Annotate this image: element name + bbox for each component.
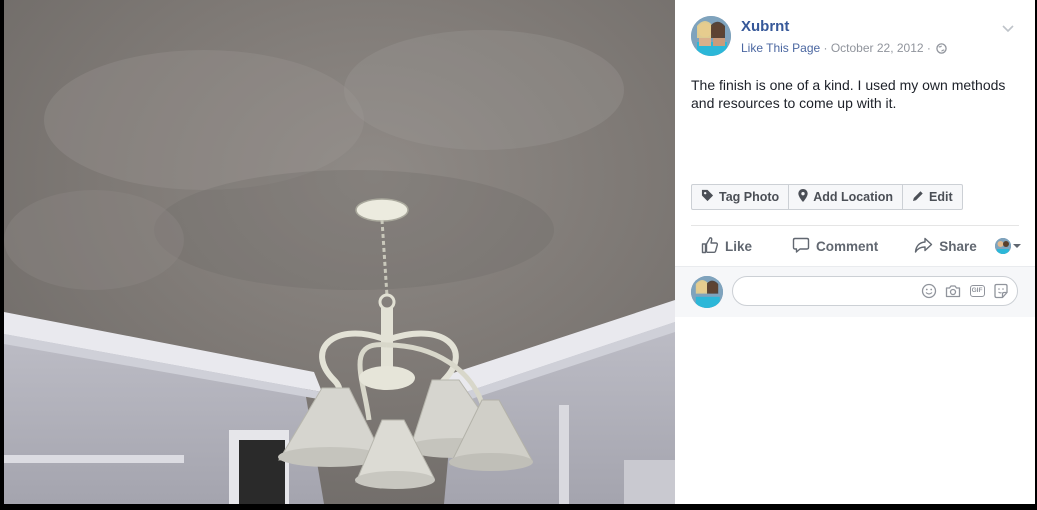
edit-label: Edit (929, 190, 953, 204)
photo[interactable] (4, 0, 675, 504)
post-meta: Like This Page · October 22, 2012 · (741, 41, 947, 57)
share-button[interactable]: Share (914, 236, 977, 257)
globe-icon[interactable] (936, 43, 947, 57)
post-as-selector[interactable] (995, 237, 1023, 255)
gif-icon[interactable]: GIF (969, 283, 985, 299)
like-button[interactable]: Like (701, 236, 752, 257)
edit-button[interactable]: Edit (903, 185, 962, 209)
photo-viewer: Xubrnt Like This Page · October 22, 2012… (0, 0, 1037, 510)
photo-actions-bar: Tag Photo Add Location Edit (691, 184, 963, 210)
pencil-icon (912, 190, 929, 205)
photo-image (4, 0, 675, 504)
tag-icon (701, 189, 719, 205)
caret-down-icon (1011, 237, 1023, 255)
thumbs-up-icon (701, 236, 725, 257)
chevron-down-icon[interactable] (1001, 20, 1015, 33)
post-panel: Xubrnt Like This Page · October 22, 2012… (675, 0, 1035, 504)
comment-input-box[interactable]: GIF (732, 276, 1018, 306)
tag-photo-label: Tag Photo (719, 190, 780, 204)
divider (691, 225, 1019, 226)
privacy-separator: · (923, 41, 935, 55)
author-avatar[interactable] (691, 16, 731, 56)
location-pin-icon (798, 189, 813, 205)
speech-bubble-icon (792, 236, 816, 257)
commenter-avatar (691, 276, 723, 308)
camera-icon[interactable] (945, 283, 961, 299)
smiley-icon[interactable] (921, 283, 937, 299)
post-date[interactable]: October 22, 2012 (831, 41, 924, 55)
add-location-button[interactable]: Add Location (789, 185, 904, 209)
tag-photo-button[interactable]: Tag Photo (692, 185, 790, 209)
like-page-link[interactable]: Like This Page (741, 41, 820, 55)
comment-button[interactable]: Comment (792, 236, 878, 257)
mini-avatar (995, 238, 1011, 254)
gif-icon-box: GIF (969, 285, 985, 297)
author-name[interactable]: Xubrnt (741, 18, 789, 35)
meta-separator: · (820, 41, 831, 55)
post-text: The finish is one of a kind. I used my o… (691, 77, 1006, 111)
share-label: Share (939, 238, 977, 254)
post-header: Xubrnt Like This Page · October 22, 2012… (691, 16, 1023, 58)
share-arrow-icon (914, 236, 939, 257)
sticker-icon[interactable] (993, 283, 1009, 299)
comment-composer: GIF (675, 266, 1035, 317)
like-label: Like (725, 238, 753, 254)
add-location-label: Add Location (813, 190, 894, 204)
comment-input[interactable] (745, 281, 919, 303)
comment-tools: GIF (921, 283, 1009, 299)
comment-label: Comment (816, 238, 879, 254)
reaction-bar: Like Comment Share (691, 233, 1023, 259)
